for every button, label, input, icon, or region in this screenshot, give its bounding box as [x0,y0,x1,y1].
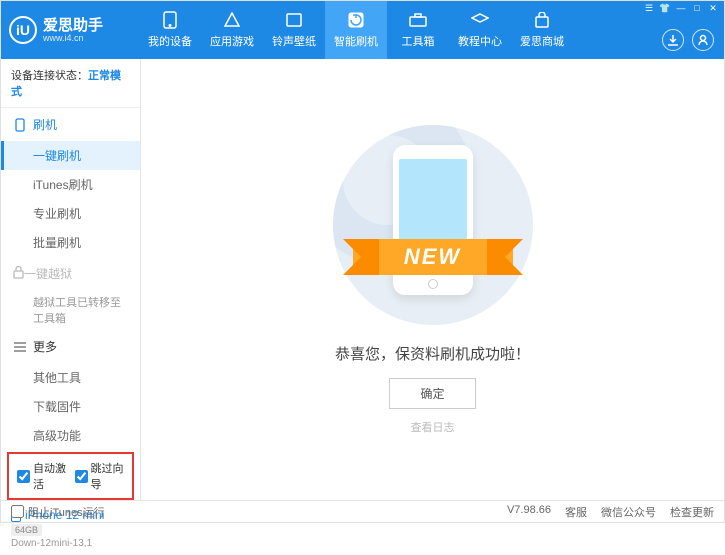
maximize-button[interactable]: □ [690,3,704,14]
view-log-link[interactable]: 查看日志 [411,419,455,435]
phone-icon [161,11,179,29]
sidebar-section-more[interactable]: 更多 [1,330,140,363]
lock-icon [13,266,24,282]
top-nav: 我的设备 应用游戏 铃声壁纸 智能刷机 工具箱 教程中心 爱思商城 [139,1,573,59]
nav-smart-flash[interactable]: 智能刷机 [325,1,387,59]
nav-toolbox[interactable]: 工具箱 [387,1,449,59]
toolbox-icon [409,11,427,29]
apps-icon [223,11,241,29]
store-icon [533,11,551,29]
jailbreak-note: 越狱工具已转移至工具箱 [1,290,140,330]
sidebar-item-other-tools[interactable]: 其他工具 [1,363,140,392]
sidebar: 设备连接状态：正常模式 刷机 一键刷机 iTunes刷机 专业刷机 批量刷机 一… [1,59,141,500]
app-header: iU 爱思助手 www.i4.cn 我的设备 应用游戏 铃声壁纸 智能刷机 工具… [1,1,724,59]
minimize-button[interactable]: — [674,3,688,14]
support-link[interactable]: 客服 [565,504,587,520]
sidebar-section-jailbreak: 一键越狱 [1,257,140,290]
ok-button[interactable]: 确定 [389,378,475,409]
download-button[interactable] [662,29,684,51]
app-name: 爱思助手 [43,18,103,33]
window-controls: ☰ 👕 — □ ✕ [638,1,724,16]
sidebar-item-pro-flash[interactable]: 专业刷机 [1,199,140,228]
connection-status: 设备连接状态：正常模式 [1,59,140,108]
sidebar-item-download-firmware[interactable]: 下载固件 [1,392,140,421]
user-button[interactable] [692,29,714,51]
sidebar-item-itunes-flash[interactable]: iTunes刷机 [1,170,140,199]
nav-tutorials[interactable]: 教程中心 [449,1,511,59]
main-content: NEW 恭喜您，保资料刷机成功啦！ 确定 查看日志 [141,59,724,500]
close-button[interactable]: ✕ [706,3,720,14]
checkbox-block-itunes[interactable]: 阻止iTunes运行 [11,504,105,520]
device-detail: Down-12mini-13,1 [11,538,130,549]
new-ribbon: NEW [353,239,513,275]
logo-icon: iU [9,16,37,44]
nav-ringtone-wallpaper[interactable]: 铃声壁纸 [263,1,325,59]
flash-icon [13,118,27,132]
tshirt-button[interactable]: 👕 [658,3,672,14]
check-update-link[interactable]: 检查更新 [670,504,714,520]
wechat-link[interactable]: 微信公众号 [601,504,656,520]
refresh-icon [347,11,365,29]
options-checkboxes: 自动激活 跳过向导 [7,452,134,500]
version-label: V7.98.66 [507,504,551,520]
header-right-buttons [662,29,714,51]
app-site: www.i4.cn [43,33,103,43]
checkbox-skip-guide[interactable]: 跳过向导 [75,460,125,492]
wallpaper-icon [285,11,303,29]
sidebar-section-flash[interactable]: 刷机 [1,108,140,141]
more-icon [13,342,27,352]
checkbox-auto-activate[interactable]: 自动激活 [17,460,67,492]
sidebar-item-batch-flash[interactable]: 批量刷机 [1,228,140,257]
nav-store[interactable]: 爱思商城 [511,1,573,59]
success-illustration: NEW [323,125,543,325]
sidebar-item-oneclick-flash[interactable]: 一键刷机 [1,141,140,170]
nav-my-device[interactable]: 我的设备 [139,1,201,59]
menu-button[interactable]: ☰ [642,3,656,14]
congrats-text: 恭喜您，保资料刷机成功啦！ [335,343,530,364]
graduate-icon [471,11,489,29]
nav-apps-games[interactable]: 应用游戏 [201,1,263,59]
logo: iU 爱思助手 www.i4.cn [9,16,139,44]
device-storage-badge: 64GB [11,524,42,536]
sidebar-item-advanced[interactable]: 高级功能 [1,421,140,450]
